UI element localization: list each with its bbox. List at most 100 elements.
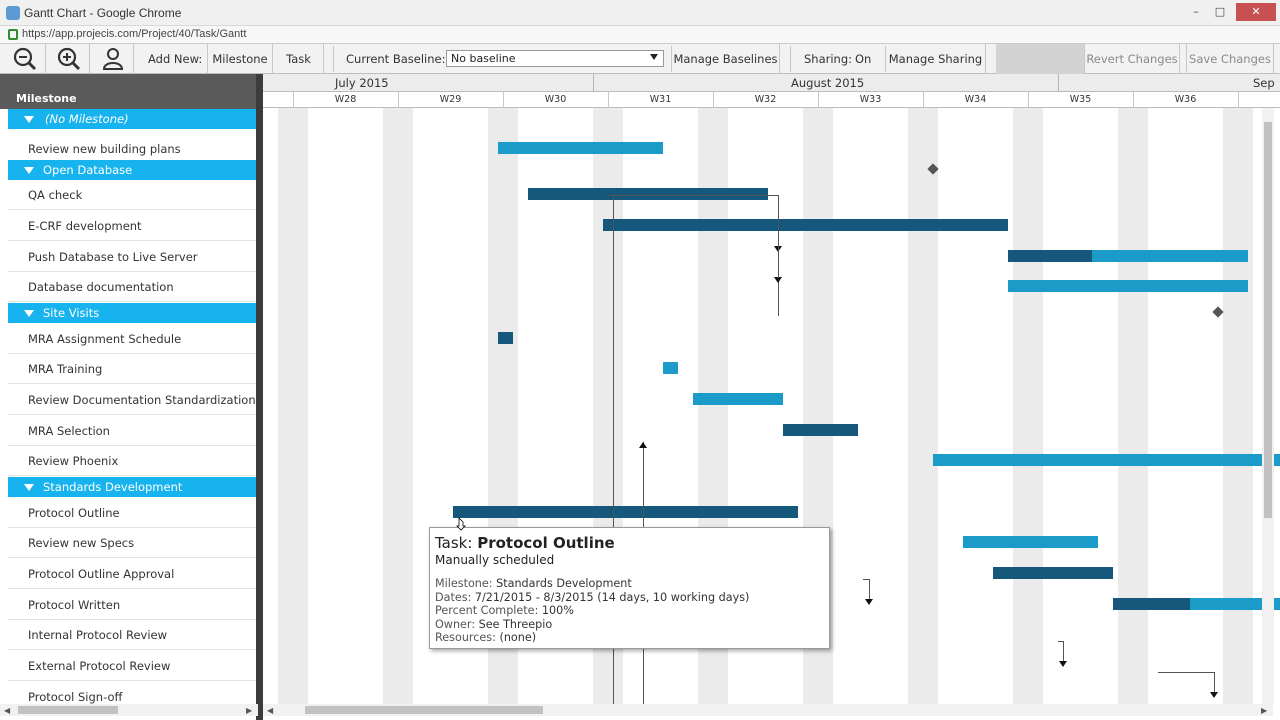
task-name: MRA Selection <box>28 424 110 438</box>
tooltip-detail-label: Percent Complete: <box>435 604 542 617</box>
task-bar[interactable] <box>1113 598 1280 610</box>
tooltip-detail-value: (none) <box>499 631 537 644</box>
dependency-line <box>1214 672 1215 692</box>
panel-splitter[interactable] <box>256 74 263 720</box>
task-bar[interactable] <box>963 536 1098 548</box>
week-label: W30 <box>544 94 567 105</box>
task-row[interactable]: Review Documentation Standardization <box>8 385 256 415</box>
address-bar[interactable]: https://app.projecis.com/Project/40/Task… <box>0 26 1280 44</box>
task-row[interactable]: MRA Selection <box>8 416 256 446</box>
milestone-group-row[interactable]: (No Milestone) <box>8 109 256 129</box>
task-row[interactable]: Protocol Outline Approval <box>8 559 256 589</box>
task-row[interactable]: MRA Assignment Schedule <box>8 324 256 354</box>
week-label: W32 <box>754 94 777 105</box>
task-bar[interactable] <box>1008 250 1248 262</box>
vertical-scrollbar[interactable] <box>1262 108 1274 704</box>
task-name: Review Phoenix <box>28 454 119 468</box>
task-row[interactable]: External Protocol Review <box>8 651 256 681</box>
add-milestone-button[interactable]: Milestone <box>207 44 273 74</box>
milestone-name: Standards Development <box>43 480 183 494</box>
manage-sharing-button[interactable]: Manage Sharing <box>886 44 986 74</box>
task-row[interactable]: Protocol Written <box>8 590 256 620</box>
url-text[interactable]: https://app.projecis.com/Project/40/Task… <box>22 28 246 40</box>
task-bar[interactable] <box>933 454 1280 466</box>
task-bar[interactable] <box>498 332 513 344</box>
milestone-column-header: Milestone <box>16 92 77 105</box>
dependency-line <box>1063 641 1064 661</box>
close-button[interactable]: ✕ <box>1236 3 1276 21</box>
tooltip-task-name: Protocol Outline <box>477 534 615 552</box>
task-bar[interactable] <box>453 506 798 518</box>
task-name: Push Database to Live Server <box>28 250 198 264</box>
week-label: W35 <box>1069 94 1092 105</box>
task-row[interactable]: QA check <box>8 180 256 210</box>
add-task-button[interactable]: Task <box>274 44 324 74</box>
task-progress <box>528 188 768 200</box>
task-bar[interactable] <box>693 393 783 405</box>
week-label: W28 <box>334 94 357 105</box>
manage-baselines-button[interactable]: Manage Baselines <box>672 44 780 74</box>
task-row[interactable]: Protocol Outline <box>8 498 256 528</box>
milestone-name: Site Visits <box>43 306 100 320</box>
left-horizontal-scrollbar[interactable]: ◀ ▶ <box>0 704 258 716</box>
month-label: July 2015 <box>335 76 389 90</box>
save-changes-button[interactable]: Save Changes <box>1186 44 1274 74</box>
weekend-stripe <box>908 108 938 704</box>
task-row[interactable]: MRA Training <box>8 354 256 384</box>
dependency-line <box>778 246 779 252</box>
zoom-out-icon[interactable] <box>4 44 46 74</box>
milestone-group-row[interactable]: Standards Development <box>8 477 256 497</box>
task-name: Review new Specs <box>28 536 135 550</box>
task-row[interactable]: Push Database to Live Server <box>8 242 256 272</box>
browser-window: Gantt Chart - Google Chrome – □ ✕ https:… <box>0 0 1280 720</box>
task-row[interactable]: Review new Specs <box>8 528 256 558</box>
milestone-diamond[interactable] <box>1212 306 1224 318</box>
task-name: QA check <box>28 188 83 202</box>
collapse-triangle-icon[interactable] <box>24 484 34 491</box>
task-row[interactable]: E-CRF development <box>8 211 256 241</box>
task-progress <box>603 219 1008 231</box>
zoom-in-icon[interactable] <box>48 44 90 74</box>
task-bar[interactable] <box>663 362 678 374</box>
dependency-arrow-icon <box>639 442 647 448</box>
baseline-select[interactable]: No baseline <box>446 50 664 67</box>
current-baseline-label: Current Baseline: <box>346 52 446 66</box>
task-name: E-CRF development <box>28 219 142 233</box>
month-label: Sep <box>1253 76 1275 90</box>
milestone-group-row[interactable]: Open Database <box>8 160 256 180</box>
tooltip-detail-label: Owner: <box>435 617 479 631</box>
task-bar[interactable] <box>783 424 858 436</box>
task-bar[interactable] <box>993 567 1113 579</box>
task-name: Protocol Outline <box>28 506 120 520</box>
weekend-stripe <box>1223 108 1253 704</box>
tooltip-detail-value: See Threepio <box>478 617 553 631</box>
task-bar[interactable] <box>603 219 1008 231</box>
tooltip-detail-line: Dates: 7/21/2015 - 8/3/2015 (14 days, 10… <box>435 591 824 605</box>
tooltip-detail-line: Milestone: Standards Development <box>435 577 824 591</box>
collapse-triangle-icon[interactable] <box>24 167 34 174</box>
task-bar[interactable] <box>1008 280 1248 292</box>
task-row[interactable]: Review Phoenix <box>8 446 256 476</box>
user-icon[interactable] <box>92 44 134 74</box>
task-row[interactable]: Internal Protocol Review <box>8 620 256 650</box>
milestone-group-row[interactable]: Site Visits <box>8 303 256 323</box>
task-bar[interactable] <box>528 188 768 200</box>
gantt-horizontal-scrollbar[interactable]: ◀ ▶ <box>263 704 1273 716</box>
task-bar[interactable] <box>498 142 663 154</box>
maximize-button[interactable]: □ <box>1208 3 1232 21</box>
task-row[interactable]: Database documentation <box>8 272 256 302</box>
mouse-cursor-icon <box>456 517 466 531</box>
lock-icon <box>8 29 18 40</box>
minimize-button[interactable]: – <box>1184 3 1208 21</box>
revert-changes-button[interactable]: Revert Changes <box>1084 44 1180 74</box>
baseline-value: No baseline <box>451 52 516 65</box>
add-new-label: Add New: <box>148 52 203 66</box>
collapse-triangle-icon[interactable] <box>24 310 34 317</box>
task-progress <box>783 424 858 436</box>
tooltip-detail-line: Resources: (none) <box>435 631 824 645</box>
dependency-line <box>778 195 779 316</box>
dependency-arrow-icon <box>1210 692 1218 698</box>
task-progress <box>498 332 513 344</box>
tooltip-detail-line: Percent Complete: 100% <box>435 604 824 618</box>
collapse-triangle-icon[interactable] <box>24 116 34 123</box>
